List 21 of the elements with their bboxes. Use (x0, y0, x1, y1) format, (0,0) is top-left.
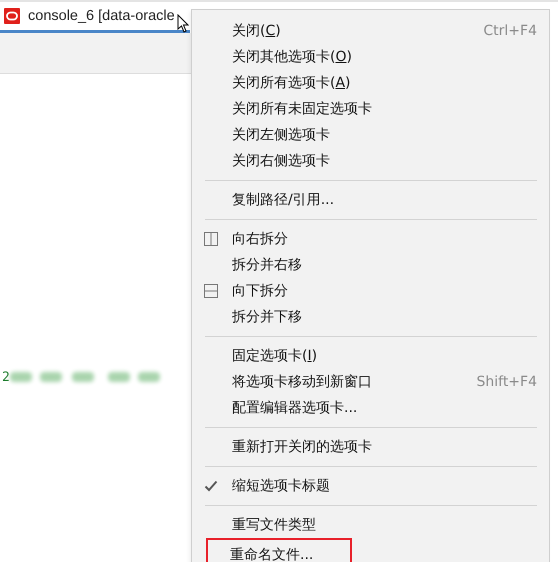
menu-item[interactable]: 向下拆分 (232, 282, 537, 300)
menu-item[interactable]: 重写文件类型 (232, 516, 537, 534)
menu-item[interactable]: 复制路径/引用... (232, 191, 537, 209)
menu-item[interactable]: 重命名文件... (208, 546, 338, 562)
menu-item[interactable]: 拆分并下移 (232, 308, 537, 326)
menu-item[interactable]: 关闭所有选项卡(A) (232, 74, 537, 92)
menu-item[interactable]: 拆分并右移 (232, 256, 537, 274)
menu-item[interactable]: 配置编辑器选项卡... (232, 399, 537, 417)
menu-item[interactable]: 将选项卡移动到新窗口 (232, 373, 476, 391)
menu-item[interactable]: 向右拆分 (232, 230, 537, 248)
menu-item[interactable]: 关闭左侧选项卡 (232, 126, 537, 144)
shortcut-text: Shift+F4 (476, 374, 537, 390)
menu-item[interactable]: 关闭其他选项卡(O) (232, 48, 537, 66)
menu-item[interactable]: 缩短选项卡标题 (232, 477, 537, 495)
menu-item[interactable]: 关闭所有未固定选项卡 (232, 100, 537, 118)
code-text: 2 (2, 370, 10, 384)
menu-item[interactable]: 关闭(C) (232, 22, 484, 40)
menu-item[interactable]: 固定选项卡(I) (232, 347, 537, 365)
shortcut-text: Ctrl+F4 (483, 23, 537, 39)
menu-item[interactable]: 重新打开关闭的选项卡 (232, 438, 537, 456)
menu-item[interactable]: 关闭右侧选项卡 (232, 152, 537, 170)
